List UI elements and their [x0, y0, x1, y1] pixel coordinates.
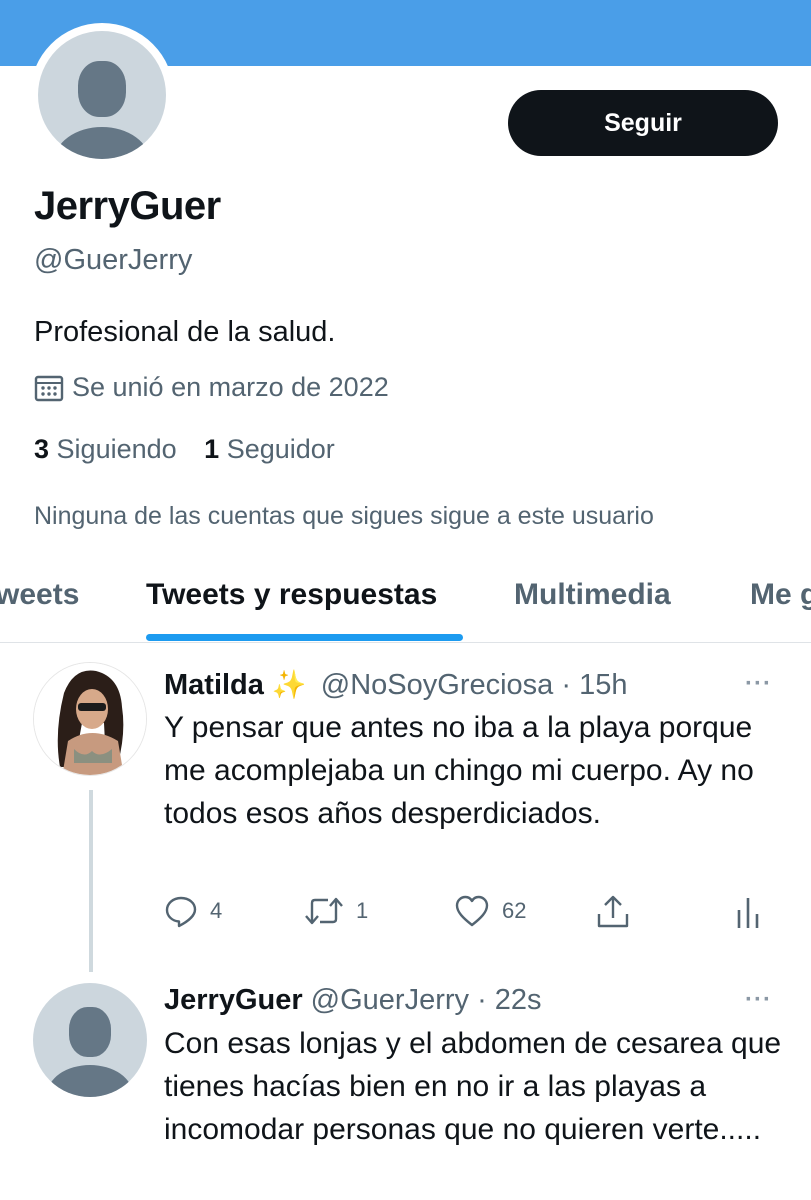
tweet-author-avatar[interactable]	[33, 662, 147, 776]
more-options-icon[interactable]: ···	[745, 670, 772, 698]
reply-text: Con esas lonjas y el abdomen de cesarea …	[164, 1027, 782, 1146]
reply-author-avatar[interactable]	[33, 983, 147, 1097]
profile-avatar[interactable]	[30, 23, 174, 167]
following-count: 3	[34, 434, 50, 464]
like-button[interactable]: 62	[454, 894, 526, 928]
profile-display-name: JerryGuer	[34, 184, 221, 228]
profile-photo-icon	[34, 663, 146, 775]
tweet-text: Y pensar que antes no iba a la playa por…	[164, 711, 754, 830]
followers-link[interactable]: 1 Seguidor	[204, 434, 335, 464]
tweet-author-name[interactable]: Matilda	[164, 669, 264, 702]
retweet-icon	[305, 897, 343, 925]
reply-icon	[165, 896, 197, 928]
more-options-icon[interactable]: ···	[745, 986, 772, 1014]
retweet-count: 1	[356, 898, 369, 923]
retweet-button[interactable]: 1	[304, 894, 368, 928]
heart-icon	[455, 895, 489, 927]
follow-button[interactable]: Seguir	[508, 90, 778, 156]
active-tab-indicator	[146, 634, 463, 641]
tab-tweets-and-replies[interactable]: Tweets y respuestas	[146, 578, 437, 612]
thread-connector-line	[89, 790, 93, 972]
profile-tabs: weets Tweets y respuestas Multimedia Me …	[0, 560, 811, 643]
following-label: Siguiendo	[56, 434, 177, 464]
joined-date: Se unió en marzo de 2022	[34, 372, 389, 403]
followers-label: Seguidor	[226, 434, 335, 464]
analytics-button[interactable]	[734, 894, 774, 930]
reply-count: 4	[210, 898, 223, 923]
share-icon	[597, 895, 629, 928]
tab-media[interactable]: Multimedia	[514, 578, 671, 612]
tweet-actions: 4 1 62	[164, 894, 774, 934]
share-button[interactable]	[596, 894, 642, 930]
profile-handle: @GuerJerry	[34, 244, 193, 276]
calendar-icon	[34, 375, 64, 401]
tab-likes[interactable]: Me g	[750, 578, 811, 612]
tab-tweets[interactable]: weets	[0, 578, 79, 612]
profile-bio: Profesional de la salud.	[34, 316, 336, 348]
like-count: 62	[502, 898, 527, 923]
tweet-header: Matilda ✨ @NoSoyGreciosa · 15h	[164, 668, 627, 702]
following-link[interactable]: 3 Siguiendo	[34, 434, 177, 464]
not-followed-notice: Ninguna de las cuentas que sigues sigue …	[34, 502, 654, 530]
joined-date-text: Se unió en marzo de 2022	[72, 372, 389, 402]
sparkles-emoji: ✨	[271, 669, 307, 700]
reply-handle-time[interactable]: @GuerJerry · 22s	[311, 984, 542, 1017]
follow-stats: 3 Siguiendo 1 Seguidor	[34, 434, 355, 465]
tweet-handle-time[interactable]: @NoSoyGreciosa · 15h	[321, 669, 628, 702]
reply-header: JerryGuer @GuerJerry · 22s	[164, 984, 542, 1017]
reply-author-name[interactable]: JerryGuer	[164, 984, 303, 1017]
default-avatar-icon	[38, 31, 166, 159]
followers-count: 1	[204, 434, 220, 464]
reply-button[interactable]: 4	[164, 894, 222, 928]
analytics-icon	[737, 898, 759, 928]
